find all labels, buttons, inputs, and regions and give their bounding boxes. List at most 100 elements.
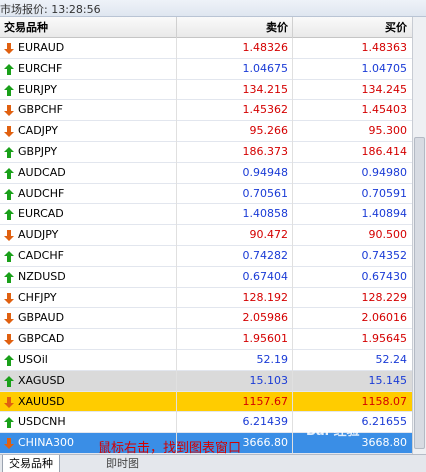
symbol-name: AUDCHF: [18, 186, 65, 200]
symbol-name: USOil: [18, 352, 48, 366]
ask-price: 1.95645: [292, 329, 412, 350]
bid-price: 90.472: [176, 225, 292, 246]
symbol-name: GBPJPY: [18, 144, 58, 158]
symbol-name: EURCHF: [18, 61, 63, 75]
arrow-up-icon: [4, 146, 14, 158]
scrollbar-thumb[interactable]: [414, 137, 425, 449]
ask-price: 0.94980: [292, 162, 412, 184]
table-row[interactable]: EURAUD 1.48326 1.48363: [0, 38, 412, 59]
table-row[interactable]: EURCAD 1.40858 1.40894: [0, 204, 412, 226]
symbol-name: EURJPY: [18, 82, 57, 96]
symbol-name: XAGUSD: [18, 373, 65, 387]
symbol-name: USDCNH: [18, 415, 66, 429]
symbol-name: NZDUSD: [18, 269, 66, 283]
table-header: 交易品种 卖价 买价: [0, 17, 412, 38]
arrow-up-icon: [4, 417, 14, 429]
symbol-name: AUDJPY: [18, 228, 59, 242]
bid-price: 1.48326: [176, 38, 292, 59]
bid-price: 1.95601: [176, 329, 292, 350]
symbol-name: CADCHF: [18, 248, 64, 262]
ask-price: 128.229: [292, 287, 412, 309]
window-title: 市场报价: 13:28:56: [0, 3, 101, 16]
table-row[interactable]: EURJPY 134.215 134.245: [0, 79, 412, 101]
bid-price: 52.19: [176, 349, 292, 371]
symbol-name: XAUUSD: [18, 394, 65, 408]
arrow-down-icon: [4, 230, 14, 242]
bid-price: 0.70561: [176, 183, 292, 205]
column-header-symbol[interactable]: 交易品种: [4, 17, 48, 38]
market-watch-table: 交易品种 卖价 买价 EURAUD 1.48326 1.48363 EURCHF 1.0…: [0, 17, 412, 454]
watermark: Bai 经验: [306, 424, 360, 439]
arrow-up-icon: [4, 271, 14, 283]
tab-tick-chart[interactable]: 即时图: [100, 455, 145, 472]
table-row[interactable]: AUDCAD 0.94948 0.94980: [0, 162, 412, 184]
bid-price: 0.74282: [176, 245, 292, 267]
tab-bar: 交易品种 即时图: [0, 454, 426, 472]
ask-price: 52.24: [292, 349, 412, 371]
table-row[interactable]: USOil 52.19 52.24: [0, 349, 412, 371]
bid-price: 1.04675: [176, 58, 292, 80]
ask-price: 0.67430: [292, 266, 412, 288]
column-header-bid[interactable]: 卖价: [176, 17, 292, 38]
symbol-name: GBPAUD: [18, 311, 65, 325]
arrow-down-icon: [4, 105, 14, 117]
symbol-name: CADJPY: [18, 124, 59, 138]
table-row[interactable]: CHFJPY 128.192 128.229: [0, 287, 412, 309]
bid-price: 134.215: [176, 79, 292, 101]
table-row[interactable]: CADCHF 0.74282 0.74352: [0, 245, 412, 267]
vertical-scrollbar[interactable]: [412, 17, 426, 454]
column-header-ask[interactable]: 买价: [292, 17, 412, 38]
symbol-name: EURAUD: [18, 41, 65, 54]
table-row[interactable]: AUDCHF 0.70561 0.70591: [0, 183, 412, 205]
arrow-down-icon: [4, 43, 14, 54]
arrow-down-icon: [4, 126, 14, 138]
ask-price: 1158.07: [292, 391, 412, 413]
symbol-name: AUDCAD: [18, 165, 66, 179]
ask-price: 1.45403: [292, 100, 412, 122]
arrow-up-icon: [4, 188, 14, 200]
table-row[interactable]: GBPAUD 2.05986 2.06016: [0, 308, 412, 330]
tab-symbols[interactable]: 交易品种: [2, 455, 60, 472]
table-row[interactable]: XAUUSD 1157.67 1158.07: [0, 391, 412, 413]
table-row[interactable]: NZDUSD 0.67404 0.67430: [0, 266, 412, 288]
symbol-name: CHFJPY: [18, 290, 57, 304]
ask-price: 0.74352: [292, 245, 412, 267]
table-row[interactable]: GBPCAD 1.95601 1.95645: [0, 329, 412, 350]
bid-price: 2.05986: [176, 308, 292, 330]
symbol-name: CHINA300: [18, 436, 74, 450]
ask-price: 1.48363: [292, 38, 412, 59]
arrow-up-icon: [4, 84, 14, 96]
table-row[interactable]: GBPCHF 1.45362 1.45403: [0, 100, 412, 122]
symbol-name: GBPCHF: [18, 103, 63, 117]
bid-price: 15.103: [176, 370, 292, 392]
ask-price: 186.414: [292, 141, 412, 163]
ask-price: 134.245: [292, 79, 412, 101]
table-row[interactable]: CADJPY 95.266 95.300: [0, 121, 412, 142]
table-row[interactable]: AUDJPY 90.472 90.500: [0, 225, 412, 246]
table-row[interactable]: GBPJPY 186.373 186.414: [0, 141, 412, 163]
arrow-down-icon: [4, 313, 14, 325]
bid-price: 0.67404: [176, 266, 292, 288]
symbol-name: GBPCAD: [18, 332, 65, 346]
arrow-down-icon: [4, 334, 14, 346]
arrow-down-icon: [4, 396, 14, 408]
window-titlebar: 市场报价: 13:28:56: [0, 0, 426, 17]
bid-price: 1.40858: [176, 204, 292, 226]
bid-price: 95.266: [176, 121, 292, 142]
bid-price: 0.94948: [176, 162, 292, 184]
bid-price: 128.192: [176, 287, 292, 309]
table-row[interactable]: EURCHF 1.04675 1.04705: [0, 58, 412, 80]
arrow-up-icon: [4, 209, 14, 221]
ask-price: 15.145: [292, 370, 412, 392]
arrow-up-icon: [4, 375, 14, 387]
arrow-up-icon: [4, 63, 14, 75]
bid-price: 186.373: [176, 141, 292, 163]
ask-price: 1.40894: [292, 204, 412, 226]
bid-price: 1157.67: [176, 391, 292, 413]
symbol-name: EURCAD: [18, 207, 64, 221]
ask-price: 1.04705: [292, 58, 412, 80]
table-row[interactable]: XAGUSD 15.103 15.145: [0, 370, 412, 392]
bid-price: 1.45362: [176, 100, 292, 122]
ask-price: 0.70591: [292, 183, 412, 205]
arrow-down-icon: [4, 438, 14, 450]
